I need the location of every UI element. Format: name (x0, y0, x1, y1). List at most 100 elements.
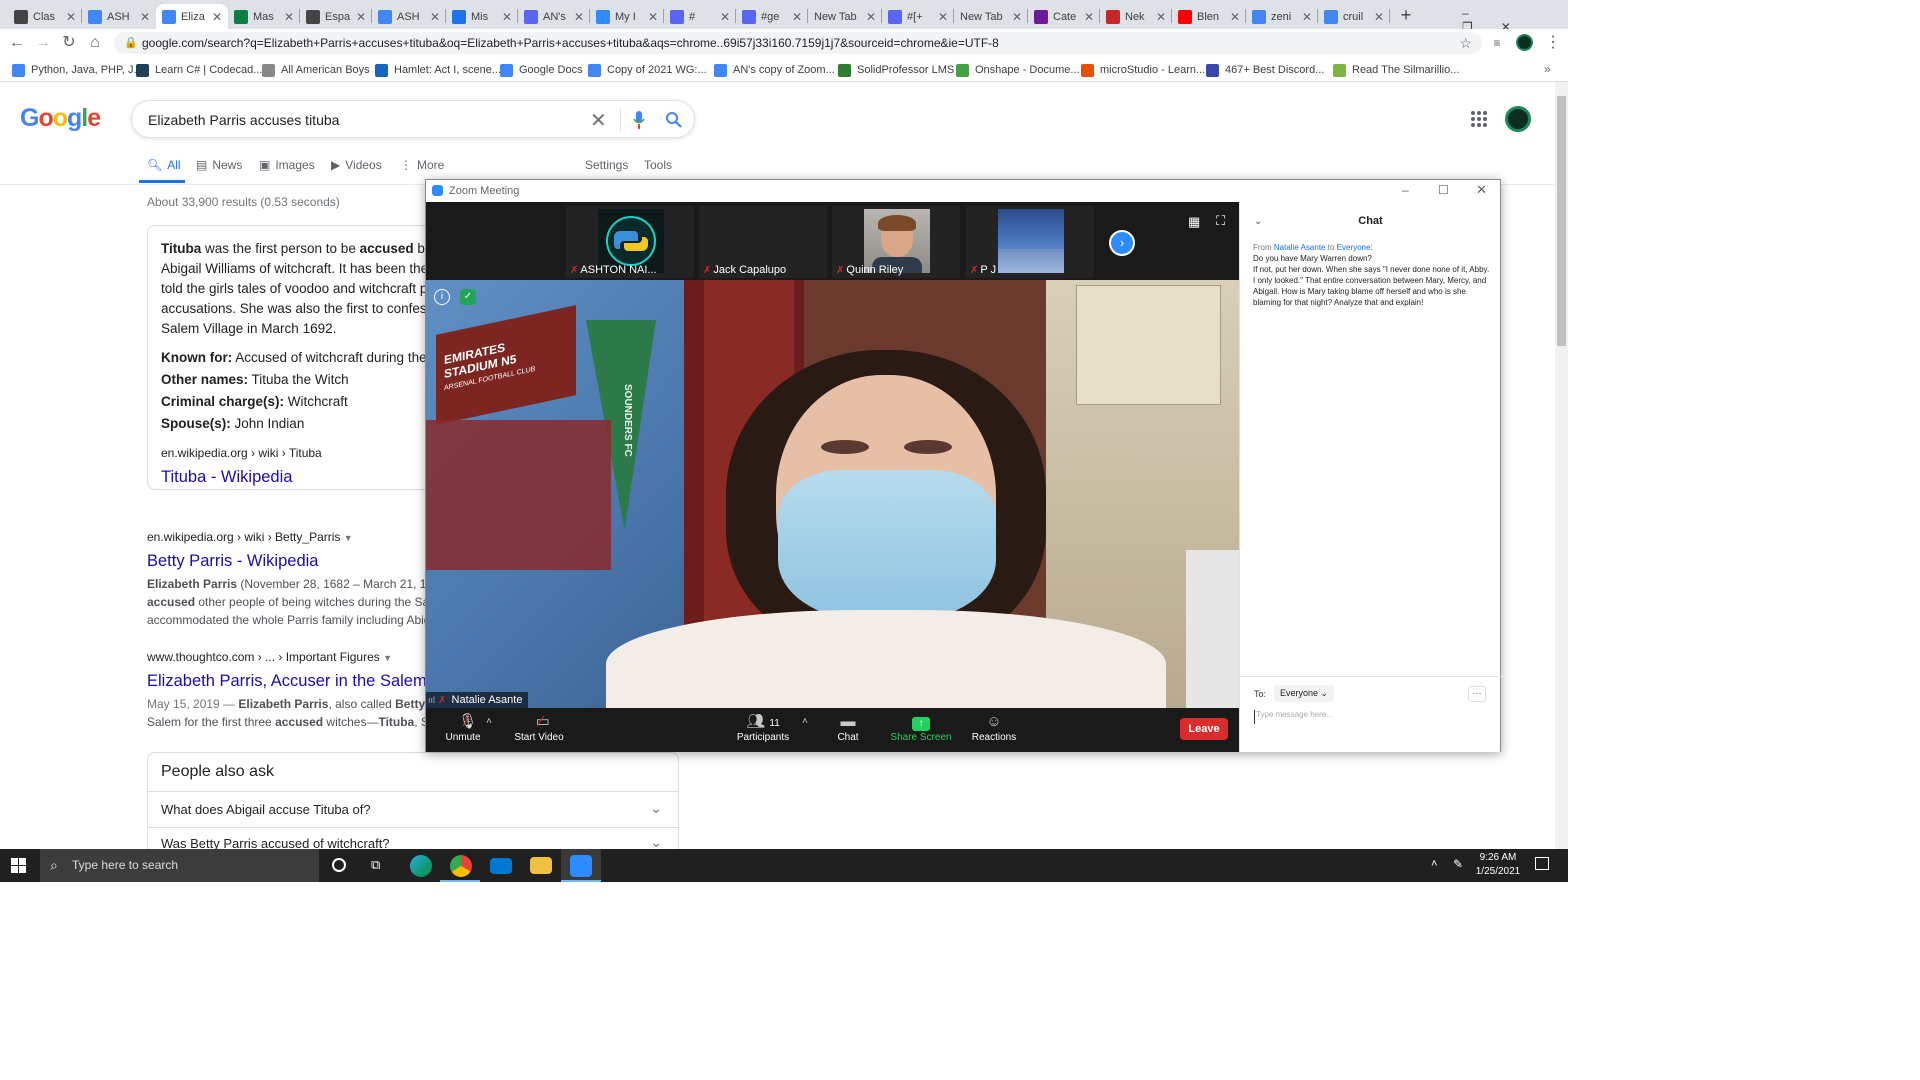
browser-tab[interactable]: ASH ✕ (372, 4, 446, 29)
zoom-taskbar-button[interactable] (561, 849, 601, 882)
tab-close-icon[interactable]: ✕ (792, 10, 802, 24)
bookmark-item[interactable]: Google Docs (500, 62, 583, 78)
task-view-icon[interactable]: ⧉ (371, 857, 380, 873)
reactions-button[interactable]: ☺ Reactions (959, 712, 1029, 743)
result-title-link[interactable]: Betty Parris - Wikipedia (147, 552, 425, 571)
tab-all[interactable]: 🔍︎ All (147, 158, 181, 172)
participants-button[interactable]: 👥︎ 11 Participants (728, 712, 798, 743)
microphone-icon[interactable] (632, 110, 646, 130)
tab-close-icon[interactable]: ✕ (502, 10, 512, 24)
bookmark-star-icon[interactable]: ☆ (1459, 32, 1472, 54)
bookmark-item[interactable]: Learn C# | Codecad... (136, 62, 262, 78)
dropdown-arrow-icon[interactable]: ▼ (344, 533, 353, 543)
search-icon[interactable] (665, 111, 683, 129)
browser-tab[interactable]: My I ✕ (590, 4, 664, 29)
audio-options-caret-icon[interactable]: ˄ (486, 716, 492, 727)
chat-sender[interactable]: Natalie Asante (1274, 243, 1326, 252)
tab-close-icon[interactable]: ✕ (356, 10, 366, 24)
browser-tab[interactable]: zeni ✕ (1246, 4, 1318, 29)
tab-close-icon[interactable]: ✕ (1302, 10, 1312, 24)
shield-check-icon[interactable]: ✓ (460, 289, 476, 305)
notifications-icon[interactable] (1535, 857, 1549, 870)
bookmark-item[interactable]: AN's copy of Zoom... (714, 62, 835, 78)
browser-tab[interactable]: New Tab ✕ (808, 4, 882, 29)
bookmark-item[interactable]: Read The Silmarillio... (1333, 62, 1459, 78)
chat-more-options-icon[interactable]: ··· (1468, 686, 1486, 702)
settings-link[interactable]: Settings (585, 158, 628, 172)
tab-close-icon[interactable]: ✕ (284, 10, 294, 24)
chat-message-input[interactable]: Type message here... (1254, 710, 1484, 724)
clear-search-icon[interactable]: ✕ (590, 108, 607, 133)
browser-tab[interactable]: Cate ✕ (1028, 4, 1100, 29)
start-video-button[interactable]: ▭⁄ Start Video (504, 712, 574, 743)
bookmark-item[interactable]: All American Boys (262, 62, 370, 78)
tab-close-icon[interactable]: ✕ (1156, 10, 1166, 24)
address-bar[interactable]: 🔒 google.com/search?q=Elizabeth+Parris+a… (114, 32, 1482, 54)
tools-link[interactable]: Tools (644, 158, 672, 172)
browser-tab[interactable]: # ✕ (664, 4, 736, 29)
bookmark-item[interactable]: Copy of 2021 WG:... (588, 62, 707, 78)
account-avatar[interactable] (1505, 106, 1531, 132)
result-title-link[interactable]: Elizabeth Parris, Accuser in the Salem (147, 672, 425, 691)
zoom-close-icon[interactable]: ✕ (1476, 182, 1487, 198)
search-input[interactable]: Elizabeth Parris accuses tituba (148, 112, 339, 128)
browser-tab[interactable]: ASH ✕ (82, 4, 156, 29)
browser-tab[interactable]: Espa ✕ (300, 4, 372, 29)
zoom-maximize-icon[interactable]: ☐ (1438, 183, 1449, 197)
tab-close-icon[interactable]: ✕ (1012, 10, 1022, 24)
tab-close-icon[interactable]: ✕ (212, 10, 222, 24)
recipient-select[interactable]: Everyone ⌄ (1274, 685, 1335, 702)
participant-tile[interactable]: ✗ Quinn Riley (832, 206, 960, 278)
gallery-view-icon[interactable]: ▦ (1188, 214, 1200, 230)
browser-tab[interactable]: Blen ✕ (1172, 4, 1246, 29)
search-box[interactable]: Elizabeth Parris accuses tituba ✕ (131, 100, 695, 138)
bookmark-item[interactable]: Python, Java, PHP, J... (12, 62, 143, 78)
bookmarks-overflow-icon[interactable]: » (1544, 62, 1551, 76)
tab-close-icon[interactable]: ✕ (574, 10, 584, 24)
taskbar-search-box[interactable]: ⌕ Type here to search (40, 849, 319, 882)
mail-icon[interactable] (490, 858, 512, 874)
bookmark-item[interactable]: 467+ Best Discord... (1206, 62, 1324, 78)
back-arrow-icon[interactable]: ← (8, 34, 26, 52)
fullscreen-icon[interactable]: ⛶ (1216, 213, 1225, 229)
info-icon[interactable]: i (434, 289, 450, 305)
tab-close-icon[interactable]: ✕ (938, 10, 948, 24)
tab-close-icon[interactable]: ✕ (1374, 10, 1384, 24)
bookmark-item[interactable]: Onshape - Docume... (956, 62, 1080, 78)
paa-question[interactable]: What does Abigail accuse Tituba of? ⌄ (148, 792, 678, 828)
result-title-link[interactable]: Tituba - Wikipedia (161, 467, 437, 487)
show-hidden-icons-icon[interactable]: ˄ (1431, 858, 1437, 870)
tab-close-icon[interactable]: ✕ (1230, 10, 1240, 24)
google-apps-icon[interactable] (1471, 111, 1487, 127)
tab-close-icon[interactable]: ✕ (1084, 10, 1094, 24)
forward-arrow-icon[interactable]: → (34, 34, 52, 52)
browser-tab[interactable]: Mas ✕ (228, 4, 300, 29)
browser-menu-icon[interactable]: ⋮ (1544, 34, 1562, 52)
tab-close-icon[interactable]: ✕ (720, 10, 730, 24)
reading-list-icon[interactable]: ≡ (1488, 34, 1506, 52)
next-participants-arrow-icon[interactable]: › (1109, 230, 1135, 256)
tab-close-icon[interactable]: ✕ (866, 10, 876, 24)
file-explorer-icon[interactable] (530, 857, 552, 874)
browser-tab[interactable]: #[+ ✕ (882, 4, 954, 29)
windows-start-icon[interactable] (11, 858, 26, 873)
home-icon[interactable]: ⌂ (86, 34, 104, 52)
tab-images[interactable]: ▣ Images (259, 158, 315, 172)
browser-tab[interactable]: AN's ✕ (518, 4, 590, 29)
zoom-minimize-icon[interactable]: – (1402, 183, 1409, 197)
participant-tile[interactable]: ✗ P J (966, 206, 1094, 278)
cortana-icon[interactable] (332, 858, 346, 872)
tab-videos[interactable]: ▶ Videos (331, 158, 382, 172)
tab-close-icon[interactable]: ✕ (66, 10, 76, 24)
browser-tab[interactable]: cruil ✕ (1318, 4, 1390, 29)
bookmark-item[interactable]: microStudio - Learn... (1081, 62, 1205, 78)
share-screen-button[interactable]: ↑ Share Screen (886, 712, 956, 743)
chrome-icon[interactable] (450, 855, 472, 877)
reload-icon[interactable]: ↻ (60, 34, 78, 52)
edge-icon[interactable] (410, 855, 432, 877)
browser-tab[interactable]: Mis ✕ (446, 4, 518, 29)
leave-button[interactable]: Leave (1180, 718, 1228, 740)
browser-tab[interactable]: Eliza ✕ (156, 4, 228, 29)
browser-tab[interactable]: Clas ✕ (8, 4, 82, 29)
page-scrollbar[interactable] (1555, 82, 1568, 849)
